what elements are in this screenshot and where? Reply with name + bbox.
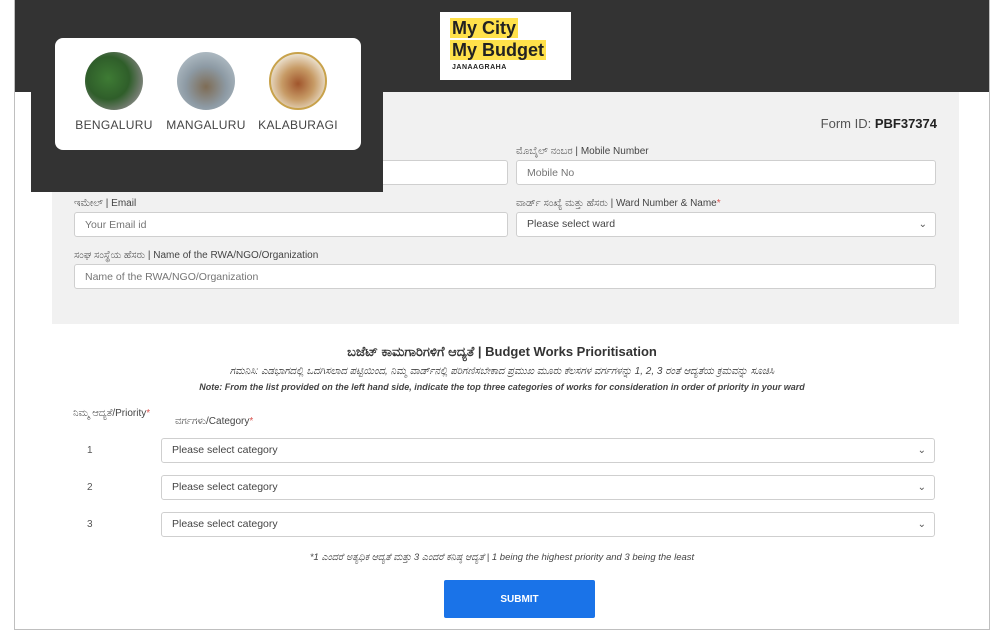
- page-frame: My City My Budget JANAAGRAHA Form ID: PB…: [14, 0, 990, 630]
- brand-line1: My City: [450, 18, 519, 38]
- city-mangaluru[interactable]: MANGALURU: [161, 52, 251, 132]
- priority-number: 3: [87, 519, 93, 530]
- ward-select[interactable]: Please select ward ⌄: [516, 212, 936, 237]
- form-id: Form ID: PBF37374: [821, 116, 937, 131]
- priority-header-text: ನಿಮ್ಮ ಆದ್ಯತೆ/Priority: [73, 408, 147, 419]
- email-label: ಇಮೇಲ್ | Email: [74, 198, 137, 209]
- required-marker: *: [249, 416, 254, 427]
- ward-label-text: ವಾರ್ಡ್ ಸಂಖ್ಯೆ ಮತ್ತು ಹೆಸರು | Ward Number …: [516, 198, 717, 209]
- category-header-text: ವರ್ಗಗಳು/Category: [175, 416, 250, 427]
- city-name: MANGALURU: [166, 118, 246, 132]
- section-title: ಬಜೆಟ್ ಕಾಮಗಾರಿಗಳಿಗೆ ಆದ್ಯತೆ | Budget Works…: [347, 344, 657, 359]
- priority-header: ನಿಮ್ಮ ಆದ್ಯತೆ/Priority*: [73, 408, 163, 420]
- bengaluru-photo: [85, 52, 143, 110]
- category-select-1[interactable]: Please select category ⌄: [161, 438, 935, 463]
- priority-number: 1: [87, 445, 93, 456]
- form-id-value: PBF37374: [874, 116, 937, 131]
- org-field[interactable]: [74, 264, 936, 289]
- category-select-value: Please select category: [172, 481, 278, 493]
- required-marker: *: [146, 408, 151, 419]
- category-select-value: Please select category: [172, 518, 278, 530]
- category-header: ವರ್ಗಗಳು/Category*: [175, 416, 253, 427]
- form-id-label: Form ID:: [820, 116, 872, 131]
- chevron-down-icon: ⌄: [917, 519, 926, 530]
- chevron-down-icon: ⌄: [917, 445, 926, 456]
- priority-footnote: *1 ಎಂದರೆ ಅತ್ಯಧಿಕ ಆದ್ಯತೆ ಮತ್ತು 3 ಎಂದರೆ ಕನ…: [309, 552, 695, 563]
- mangaluru-photo: [177, 52, 235, 110]
- required-marker: *: [716, 198, 721, 209]
- chevron-down-icon: ⌄: [918, 219, 927, 230]
- city-name: BENGALURU: [75, 118, 153, 132]
- chevron-down-icon: ⌄: [917, 482, 926, 493]
- city-name: KALABURAGI: [258, 118, 338, 132]
- email-field[interactable]: [74, 212, 508, 237]
- brand-logo[interactable]: My City My Budget JANAAGRAHA: [440, 12, 571, 80]
- category-select-3[interactable]: Please select category ⌄: [161, 512, 935, 537]
- brand-line2: My Budget: [450, 40, 546, 60]
- org-label: ಸಂಘ ಸಂಸ್ಥೆಯ ಹೆಸರು | Name of the RWA/NGO/…: [74, 250, 319, 261]
- priority-number: 2: [87, 482, 93, 493]
- note-kannada: ಗಮನಿಸಿ: ಎಡಭಾಗದಲ್ಲಿ ಒದಗಿಸಲಾದ ಪಟ್ಟಿಯಿಂದ, ನ…: [229, 366, 775, 377]
- mobile-field[interactable]: [516, 160, 936, 185]
- category-select-value: Please select category: [172, 444, 278, 456]
- submit-button[interactable]: SUBMIT: [444, 580, 595, 618]
- city-bengaluru[interactable]: BENGALURU: [69, 52, 159, 132]
- brand-sub: JANAAGRAHA: [452, 64, 507, 71]
- ward-label: ವಾರ್ಡ್ ಸಂಖ್ಯೆ ಮತ್ತು ಹೆಸರು | Ward Number …: [516, 198, 721, 209]
- city-selector-card: BENGALURU MANGALURU KALABURAGI: [55, 38, 361, 150]
- category-select-2[interactable]: Please select category ⌄: [161, 475, 935, 500]
- mobile-label: ಮೊಬೈಲ್ ನಂಬರ | Mobile Number: [516, 146, 649, 157]
- note-english: Note: From the list provided on the left…: [199, 382, 805, 392]
- city-kalaburagi[interactable]: KALABURAGI: [253, 52, 343, 132]
- ward-select-value: Please select ward: [527, 218, 616, 230]
- kalaburagi-emblem: [269, 52, 327, 110]
